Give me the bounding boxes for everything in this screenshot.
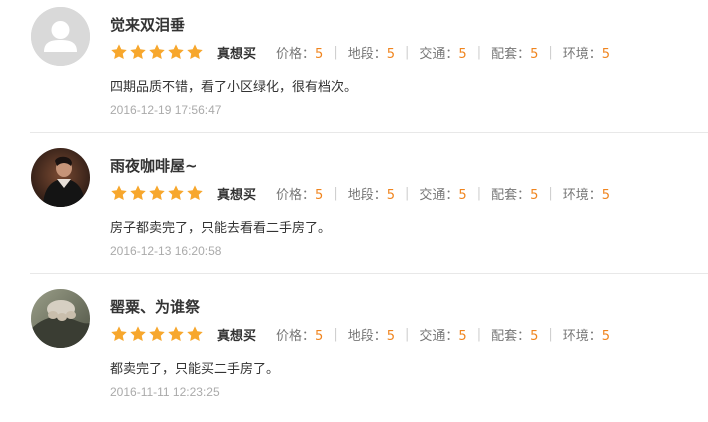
review-item: 觉来双泪垂 真想买 价格：5 | 地段：5 | 交通：5 | 配套：5 | 环境…	[0, 0, 708, 140]
star-icon	[129, 184, 147, 202]
star-icon	[110, 43, 128, 61]
review-date: 2016-12-19 17:56:47	[110, 103, 222, 117]
review-comment: 都卖完了，只能买二手房了。	[110, 362, 280, 377]
star-icon	[110, 325, 128, 343]
cat-paw-avatar[interactable]	[31, 289, 90, 348]
review-date: 2016-12-13 16:20:58	[110, 244, 222, 258]
score-environment: 环境：5	[562, 328, 611, 344]
username[interactable]: 雨夜咖啡屋~	[110, 155, 198, 176]
star-rating	[110, 43, 205, 61]
score-location: 地段：5	[347, 328, 395, 344]
star-icon	[148, 43, 166, 61]
rating-row: 真想买 价格：5 | 地段：5 | 交通：5 | 配套：5 | 环境：5	[110, 183, 610, 203]
divider	[30, 132, 708, 133]
review-item: 雨夜咖啡屋~ 真想买 价格：5 | 地段：5 | 交通：5 | 配套：5 | 环…	[0, 141, 708, 281]
star-icon	[186, 325, 204, 343]
rating-row: 真想买 价格：5 | 地段：5 | 交通：5 | 配套：5 | 环境：5	[110, 324, 610, 344]
star-icon	[129, 43, 147, 61]
star-icon	[110, 184, 128, 202]
score-price: 价格：5	[276, 328, 324, 344]
score-traffic: 交通：5	[419, 187, 467, 203]
star-rating	[110, 184, 205, 202]
star-icon	[129, 325, 147, 343]
star-icon	[186, 43, 204, 61]
star-icon	[167, 184, 185, 202]
score-environment: 环境：5	[562, 187, 611, 203]
score-price: 价格：5	[276, 46, 324, 62]
score-location: 地段：5	[347, 187, 395, 203]
star-icon	[167, 43, 185, 61]
review-list: 觉来双泪垂 真想买 价格：5 | 地段：5 | 交通：5 | 配套：5 | 环境…	[0, 0, 708, 410]
username[interactable]: 觉来双泪垂	[110, 14, 185, 35]
score-location: 地段：5	[347, 46, 395, 62]
review-comment: 四期品质不错，看了小区绿化，很有档次。	[110, 80, 358, 95]
score-traffic: 交通：5	[419, 328, 467, 344]
review-item: 罂粟、为谁祭 真想买 价格：5 | 地段：5 | 交通：5 | 配套：5 | 环…	[0, 282, 708, 422]
review-date: 2016-11-11 12:23:25	[110, 385, 220, 399]
score-facilities: 配套：5	[491, 187, 539, 203]
star-icon	[148, 184, 166, 202]
score-facilities: 配套：5	[491, 46, 539, 62]
intent-tag: 真想买	[217, 187, 257, 203]
score-environment: 环境：5	[562, 46, 611, 62]
star-rating	[110, 325, 205, 343]
divider	[30, 273, 708, 274]
rating-row: 真想买 价格：5 | 地段：5 | 交通：5 | 配套：5 | 环境：5	[110, 42, 610, 62]
review-comment: 房子都卖完了，只能去看看二手房了。	[110, 221, 332, 236]
star-icon	[167, 325, 185, 343]
star-icon	[148, 325, 166, 343]
username[interactable]: 罂粟、为谁祭	[110, 296, 200, 317]
star-icon	[186, 184, 204, 202]
score-facilities: 配套：5	[491, 328, 539, 344]
score-traffic: 交通：5	[419, 46, 467, 62]
default-avatar[interactable]	[31, 7, 90, 66]
intent-tag: 真想买	[217, 46, 257, 62]
score-price: 价格：5	[276, 187, 324, 203]
intent-tag: 真想买	[217, 328, 257, 344]
user-photo-avatar[interactable]	[31, 148, 90, 207]
